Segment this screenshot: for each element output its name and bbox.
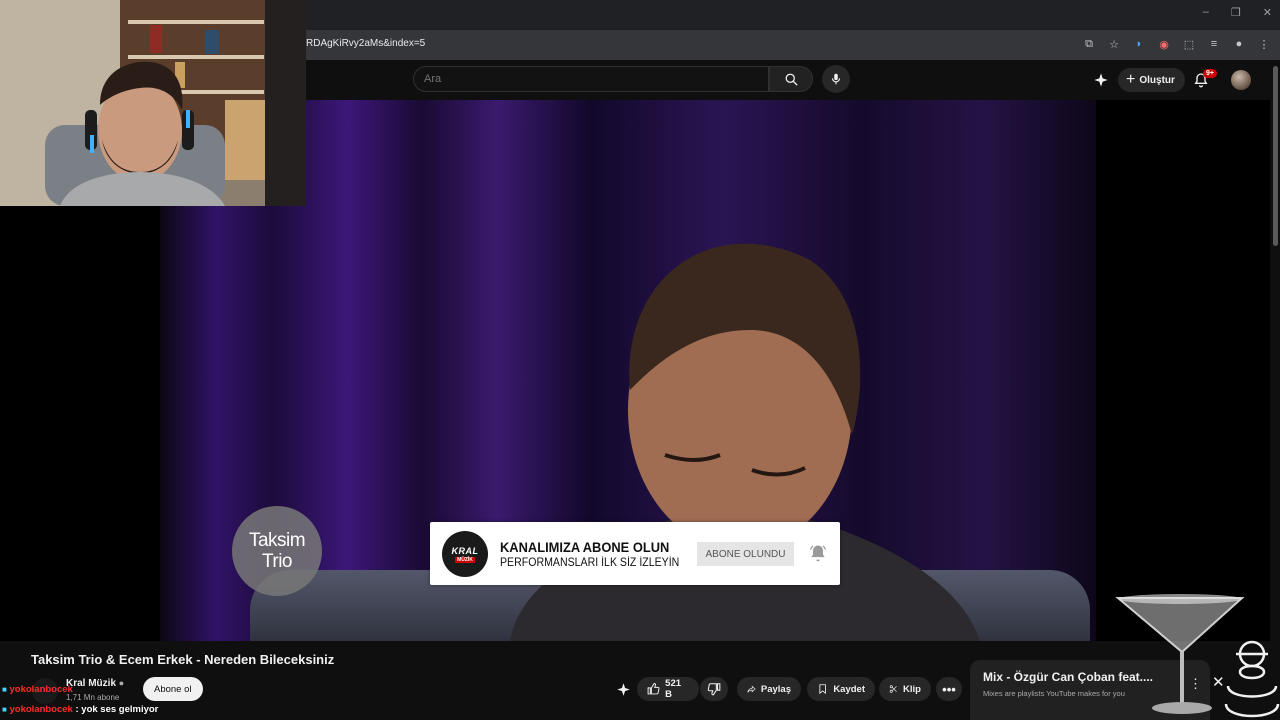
- create-label: Oluştur: [1139, 74, 1175, 86]
- search-input[interactable]: [414, 67, 764, 91]
- more-horizontal-icon: •••: [942, 681, 956, 697]
- restore-button[interactable]: ❐: [1231, 6, 1241, 19]
- kral-logo-top: KRAL: [451, 545, 479, 556]
- notification-badge: 9+: [1203, 69, 1217, 78]
- minimize-button[interactable]: –: [1203, 6, 1209, 19]
- scrollbar-thumb[interactable]: [1273, 66, 1278, 246]
- logo-line-1: Taksim: [248, 530, 306, 551]
- dislike-button[interactable]: [700, 677, 728, 701]
- video-title: Taksim Trio & Ecem Erkek - Nereden Bilec…: [31, 652, 335, 667]
- share-label: Paylaş: [760, 683, 791, 695]
- scissors-icon: [889, 685, 897, 693]
- banner-subtitle: PERFORMANSLARI İLK SİZ İZLEYİN: [500, 557, 680, 569]
- share-icon: [747, 685, 756, 693]
- verified-icon: ●: [118, 678, 125, 688]
- search-box[interactable]: [413, 66, 769, 92]
- close-window-button[interactable]: ✕: [1263, 6, 1272, 19]
- chat-message: ■ yokolanbocek: [2, 684, 73, 695]
- chat-text: : yok ses gelmiyor: [75, 704, 159, 715]
- profile-icon[interactable]: ●: [1231, 36, 1247, 52]
- url-text[interactable]: RDAgKiRvy2aMs&index=5: [306, 38, 425, 49]
- page-scrollbar[interactable]: [1271, 60, 1280, 720]
- thumbs-down-icon: [707, 683, 721, 696]
- search-button[interactable]: [769, 66, 813, 92]
- logo-line-2: Trio: [261, 551, 293, 572]
- account-avatar[interactable]: [1231, 70, 1251, 90]
- chat-message: ■ yokolanbocek : yok ses gelmiyor: [2, 704, 158, 715]
- clip-label: Klip: [903, 683, 921, 695]
- chat-username: yokolanbocek: [9, 704, 73, 715]
- extension-icon[interactable]: ◉: [1156, 36, 1172, 52]
- subscribe-overlay-banner: KRAL MÜZİK KANALIMIZA ABONE OLUN PERFORM…: [430, 522, 840, 585]
- mix-subtitle: Mixes are playlists YouTube makes for yo…: [983, 689, 1125, 698]
- create-button[interactable]: + Oluştur: [1118, 68, 1185, 92]
- bell-icon: [809, 545, 827, 562]
- browser-menu-icon[interactable]: ⋮: [1256, 36, 1272, 52]
- install-app-icon[interactable]: ⧉: [1081, 36, 1097, 52]
- chat-username: yokolanbocek: [9, 684, 73, 695]
- thumbs-up-icon: [647, 683, 660, 695]
- kral-muzik-logo: KRAL MÜZİK: [442, 531, 488, 577]
- plus-icon: +: [1126, 71, 1136, 88]
- ask-ai-button[interactable]: [612, 677, 635, 701]
- chat-badge-icon: ■: [2, 685, 7, 694]
- like-count: 521 B: [665, 678, 682, 700]
- kral-logo-bottom: MÜZİK: [455, 556, 475, 563]
- more-actions-button[interactable]: •••: [936, 677, 962, 701]
- save-label: Kaydet: [833, 683, 865, 695]
- spark-icon: [617, 682, 630, 696]
- gemini-spark-icon[interactable]: [1091, 70, 1111, 90]
- webcam-overlay: [0, 0, 306, 206]
- bookmark-icon: [819, 684, 826, 695]
- share-button[interactable]: Paylaş: [737, 677, 801, 701]
- taksim-trio-logo: Taksim Trio: [232, 506, 322, 596]
- banner-subscribed-button: ABONE OLUNDU: [697, 542, 794, 566]
- like-button[interactable]: 521 B: [637, 677, 699, 701]
- channel-name-text[interactable]: Kral Müzik: [66, 678, 116, 689]
- streamer-logo: [1224, 640, 1280, 718]
- window-controls: – ❐ ✕: [1203, 6, 1272, 19]
- save-button[interactable]: Kaydet: [807, 677, 875, 701]
- extension-toolbar: ⧉ ☆ ◗ ◉ ⬚ ≡ ● ⋮: [1081, 36, 1272, 52]
- puzzle-extensions-icon[interactable]: ⬚: [1181, 36, 1197, 52]
- subscribe-button[interactable]: Abone ol: [143, 677, 203, 701]
- microphone-icon: [831, 73, 841, 85]
- subscriber-count: 1,71 Mn abone: [66, 693, 120, 702]
- media-controls-icon[interactable]: ≡: [1206, 36, 1222, 52]
- chat-badge-icon: ■: [2, 705, 7, 714]
- clip-button[interactable]: Klip: [879, 677, 931, 701]
- channel-name[interactable]: Kral Müzik ●: [66, 678, 124, 689]
- bookmark-star-icon[interactable]: ☆: [1106, 36, 1122, 52]
- voice-search-button[interactable]: [822, 65, 850, 93]
- extension-icon[interactable]: ◗: [1131, 36, 1147, 52]
- search-icon: [785, 73, 798, 86]
- banner-title: KANALIMIZA ABONE OLUN: [500, 539, 670, 555]
